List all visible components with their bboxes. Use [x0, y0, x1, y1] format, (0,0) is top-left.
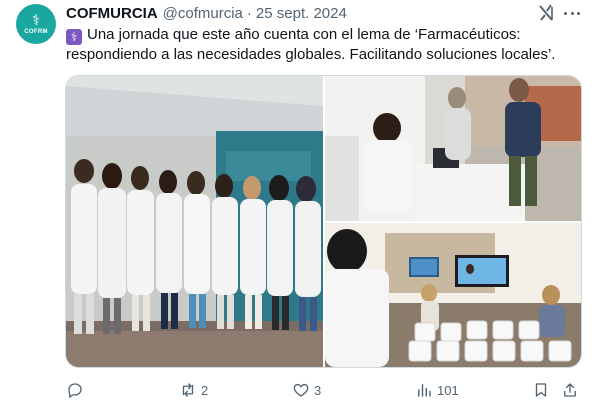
more-options-icon[interactable]	[562, 4, 582, 22]
grok-icon[interactable]	[536, 3, 556, 23]
avatar[interactable]: ⚕ COFRM	[16, 4, 56, 44]
header-separator: ·	[246, 4, 252, 22]
tweet-actions: 2 3 101	[66, 380, 581, 400]
avatar-text: COFRM	[24, 29, 48, 35]
lecture-room-with-screens-photo[interactable]	[325, 223, 581, 367]
retweet-button[interactable]: 2	[179, 380, 208, 400]
tweet-text: ⚕ Una jornada que este año cuenta con el …	[66, 25, 581, 65]
views-count: 101	[437, 382, 459, 398]
heart-icon	[293, 383, 309, 397]
health-screening-booth-photo[interactable]	[325, 76, 581, 221]
group-of-pharmacists-photo[interactable]	[66, 76, 323, 367]
like-count: 3	[314, 382, 322, 398]
retweet-count: 2	[201, 382, 209, 398]
tweet-header: COFMURCIA @cofmurcia · 25 sept. 2024	[66, 4, 347, 22]
tweet-date[interactable]: 25 sept. 2024	[256, 5, 347, 22]
bookmark-icon	[535, 383, 547, 397]
like-button[interactable]: 3	[292, 380, 321, 400]
tweet-body: Una jornada que este año cuenta con el l…	[66, 26, 556, 63]
share-icon	[564, 383, 576, 397]
views-chart-icon	[418, 384, 431, 397]
media-grid	[65, 75, 582, 368]
author-name[interactable]: COFMURCIA	[66, 5, 158, 22]
author-handle[interactable]: @cofmurcia	[163, 5, 243, 22]
reply-icon	[68, 383, 82, 398]
reply-button[interactable]	[66, 380, 88, 400]
views-button[interactable]: 101	[415, 380, 459, 400]
tweet[interactable]: ⚕ COFRM COFMURCIA @cofmurcia · 25 sept. …	[0, 0, 595, 414]
retweet-icon	[182, 383, 194, 397]
caduceus-logo-icon: ⚕	[31, 12, 41, 29]
bookmark-button[interactable]	[532, 380, 550, 400]
share-button[interactable]	[561, 380, 579, 400]
caduceus-emoji-icon: ⚕	[66, 29, 82, 45]
